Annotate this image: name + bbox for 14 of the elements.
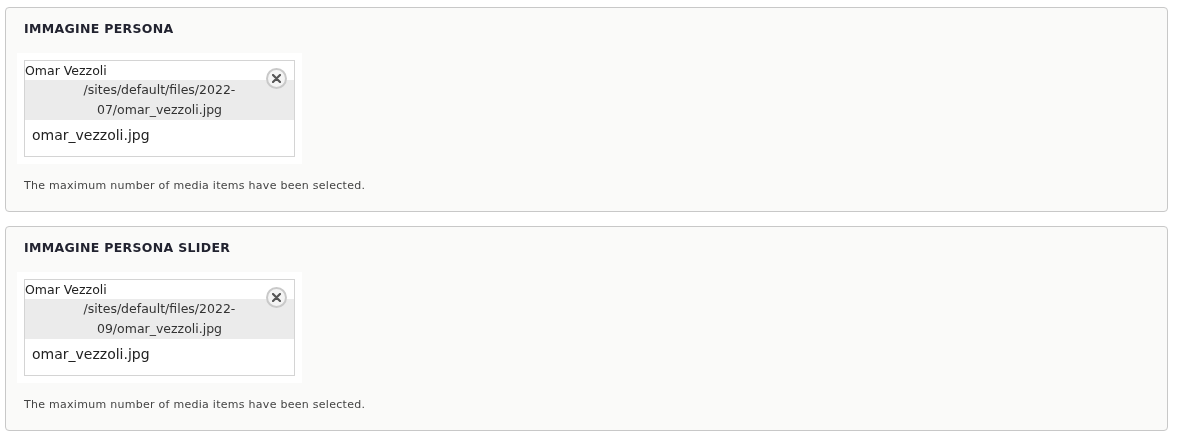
media-path: /sites/default/files/2022-07/omar_vezzoli.jpg: [25, 79, 294, 120]
close-icon: [272, 73, 281, 83]
section-title: IMMAGINE PERSONA SLIDER: [24, 239, 232, 257]
media-name: Omar Vezzoli: [25, 280, 107, 299]
media-path: /sites/default/files/2022-09/omar_vezzoli.jpg: [25, 298, 294, 339]
remove-button[interactable]: [266, 67, 287, 89]
media-name: Omar Vezzoli: [25, 61, 107, 80]
close-icon: [272, 292, 281, 302]
remove-button[interactable]: [266, 286, 287, 308]
description-text: The maximum number of media items have been selected.: [24, 396, 367, 413]
media-filename: omar_vezzoli.jpg: [31, 344, 151, 364]
media-filename: omar_vezzoli.jpg: [31, 125, 151, 145]
section-title: IMMAGINE PERSONA: [24, 20, 175, 38]
description-text: The maximum number of media items have been selected.: [24, 177, 367, 194]
